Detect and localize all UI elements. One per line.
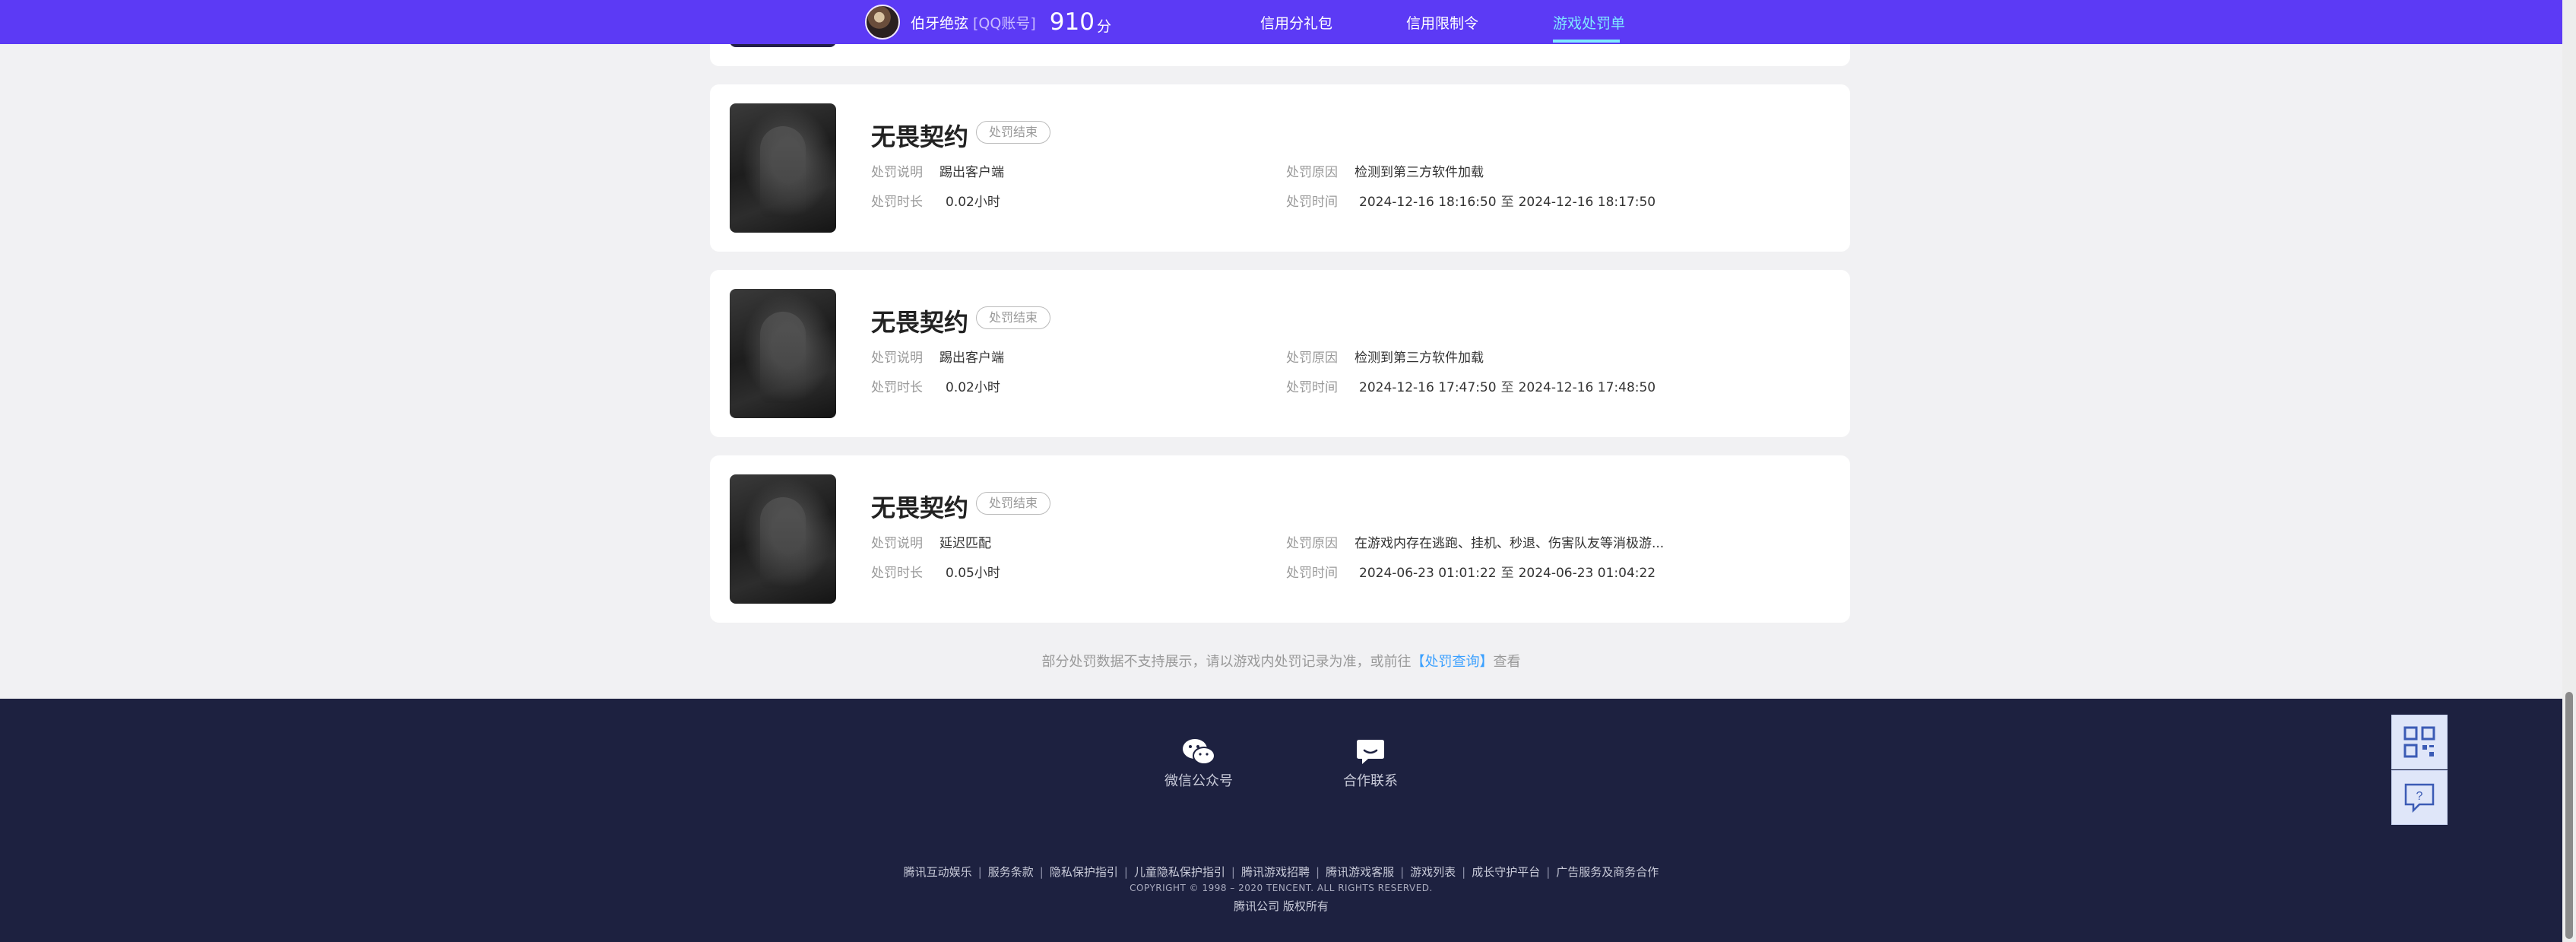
chat-bubble-icon (1357, 740, 1384, 764)
active-tab-indicator (1553, 40, 1620, 43)
link-separator: | (1039, 865, 1044, 879)
reason-label: 处罚原因 (1286, 536, 1338, 551)
duration-label: 处罚时长 (871, 380, 923, 395)
link-separator: | (1316, 865, 1320, 879)
time-range: 2024-12-16 17:47:50 至 2024-12-16 17:48:50 (1359, 376, 1656, 395)
footer-link[interactable]: 儿童隐私保护指引 (1134, 865, 1225, 879)
footer-link[interactable]: 服务条款 (988, 865, 1034, 879)
time-label: 处罚时间 (1286, 380, 1338, 395)
tab-game-penalty[interactable]: 游戏处罚单 (1553, 12, 1625, 33)
game-title: 无畏契约 (871, 493, 969, 522)
desc-label: 处罚说明 (871, 165, 923, 180)
footer-link[interactable]: 腾讯互动娱乐 (904, 865, 972, 879)
game-thumbnail (730, 474, 836, 604)
penalty-query-link[interactable]: 【处罚查询】 (1412, 654, 1494, 670)
tab-credit-restriction[interactable]: 信用限制令 (1406, 12, 1478, 33)
penalty-card: 无畏契约 处罚结束 处罚说明 踢出客户端 处罚原因 检测到第三方软件加载 处罚时… (710, 84, 1850, 252)
link-separator: | (977, 865, 982, 879)
time-end: 2024-12-16 17:48:50 (1518, 380, 1656, 395)
account-tag: [QQ账号] (973, 14, 1036, 32)
feedback-button[interactable]: ? (2391, 770, 2448, 825)
game-thumbnail (730, 289, 836, 418)
user-name: 伯牙绝弦 (911, 14, 969, 32)
time-end: 2024-12-16 18:17:50 (1518, 195, 1656, 210)
business-contact[interactable]: 合作联系 (1329, 737, 1412, 790)
time-start: 2024-12-16 17:47:50 (1359, 380, 1497, 395)
rights-reserved: 腾讯公司 版权所有 (1234, 899, 1329, 913)
link-separator: | (1123, 865, 1128, 879)
duration-label: 处罚时长 (871, 566, 923, 581)
notice-text-end: 查看 (1493, 654, 1521, 670)
reason-label: 处罚原因 (1286, 165, 1338, 180)
penalty-card: 无畏契约 处罚结束 处罚说明 踢出客户端 处罚原因 检测到第三方软件加载 处罚时… (710, 270, 1850, 437)
duration-value: 0.05小时 (946, 566, 1000, 581)
duration-value: 0.02小时 (946, 380, 1000, 395)
desc-value: 踢出客户端 (939, 350, 1004, 366)
data-notice: 部分处罚数据不支持展示，请以游戏内处罚记录为准，或前往【处罚查询】查看 (0, 651, 2562, 671)
game-title: 无畏契约 (871, 122, 969, 151)
link-separator: | (1462, 865, 1466, 879)
link-separator: | (1231, 865, 1235, 879)
desc-value: 踢出客户端 (939, 165, 1004, 180)
desc-value: 延迟匹配 (939, 536, 991, 551)
link-separator: | (1546, 865, 1551, 879)
footer-link[interactable]: 隐私保护指引 (1050, 865, 1118, 879)
time-start: 2024-12-16 18:16:50 (1359, 195, 1497, 210)
top-header: 伯牙绝弦 [QQ账号] 910 分 信用分礼包 信用限制令 游戏处罚单 (0, 0, 2562, 44)
user-info: 伯牙绝弦 [QQ账号] 910 分 (865, 5, 1111, 40)
feedback-icon: ? (2404, 783, 2435, 814)
page-scrollbar[interactable] (2562, 0, 2576, 942)
time-range: 2024-06-23 01:01:22 至 2024-06-23 01:04:22 (1359, 562, 1656, 581)
time-label: 处罚时间 (1286, 566, 1338, 581)
avatar[interactable] (865, 5, 900, 40)
qr-code-button[interactable] (2391, 715, 2448, 769)
wechat-label: 微信公众号 (1164, 773, 1233, 789)
penalty-card: 无畏契约 处罚结束 处罚说明 延迟匹配 处罚原因 在游戏内存在逃跑、挂机、秒退、… (710, 455, 1850, 623)
footer-link[interactable]: 腾讯游戏客服 (1326, 865, 1394, 879)
credit-score: 910 (1049, 8, 1095, 36)
time-range: 2024-12-16 18:16:50 至 2024-12-16 18:17:50 (1359, 191, 1656, 210)
status-badge: 处罚结束 (976, 492, 1051, 515)
status-badge: 处罚结束 (976, 121, 1051, 144)
credit-score-unit: 分 (1096, 17, 1111, 35)
footer-link[interactable]: 腾讯游戏招聘 (1241, 865, 1310, 879)
wechat-icon (1183, 739, 1215, 765)
page: 伯牙绝弦 [QQ账号] 910 分 信用分礼包 信用限制令 游戏处罚单 无畏契约… (0, 0, 2576, 942)
reason-value: 检测到第三方软件加载 (1355, 165, 1484, 180)
link-separator: | (1400, 865, 1405, 879)
footer-link[interactable]: 游戏列表 (1410, 865, 1456, 879)
svg-text:?: ? (2416, 790, 2423, 803)
reason-value: 检测到第三方软件加载 (1355, 350, 1484, 366)
status-badge: 处罚结束 (976, 306, 1051, 329)
game-title: 无畏契约 (871, 308, 969, 337)
footer-link[interactable]: 广告服务及商务合作 (1556, 865, 1659, 879)
time-separator: 至 (1500, 380, 1514, 395)
qr-code-icon (2403, 726, 2435, 758)
reason-label: 处罚原因 (1286, 350, 1338, 366)
time-start: 2024-06-23 01:01:22 (1359, 566, 1497, 581)
footer-link[interactable]: 成长守护平台 (1472, 865, 1540, 879)
notice-text: 部分处罚数据不支持展示，请以游戏内处罚记录为准，或前往 (1041, 654, 1412, 670)
game-thumbnail (730, 103, 836, 233)
duration-label: 处罚时长 (871, 195, 923, 210)
contact-label: 合作联系 (1343, 773, 1398, 789)
time-separator: 至 (1500, 566, 1514, 581)
copyright: COPYRIGHT © 1998 – 2020 TENCENT. ALL RIG… (1130, 883, 1433, 893)
desc-label: 处罚说明 (871, 536, 923, 551)
time-separator: 至 (1500, 195, 1514, 210)
desc-label: 处罚说明 (871, 350, 923, 366)
time-end: 2024-06-23 01:04:22 (1518, 566, 1656, 581)
reason-value: 在游戏内存在逃跑、挂机、秒退、伤害队友等消极游... (1355, 536, 1665, 551)
wechat-official-account[interactable]: 微信公众号 (1157, 737, 1240, 790)
time-label: 处罚时间 (1286, 195, 1338, 210)
tab-credit-gift[interactable]: 信用分礼包 (1260, 12, 1332, 33)
footer-links: 腾讯互动娱乐 | 服务条款 | 隐私保护指引 | 儿童隐私保护指引 | 腾讯游戏招聘 | 腾讯游戏客… (0, 864, 2562, 880)
scrollbar-thumb[interactable] (2565, 692, 2573, 939)
footer: 微信公众号 合作联系 腾讯互动娱乐 | 服务条款 | 隐私保护指引 | 儿童隐私保护指引 | 腾… (0, 699, 2562, 942)
duration-value: 0.02小时 (946, 195, 1000, 210)
